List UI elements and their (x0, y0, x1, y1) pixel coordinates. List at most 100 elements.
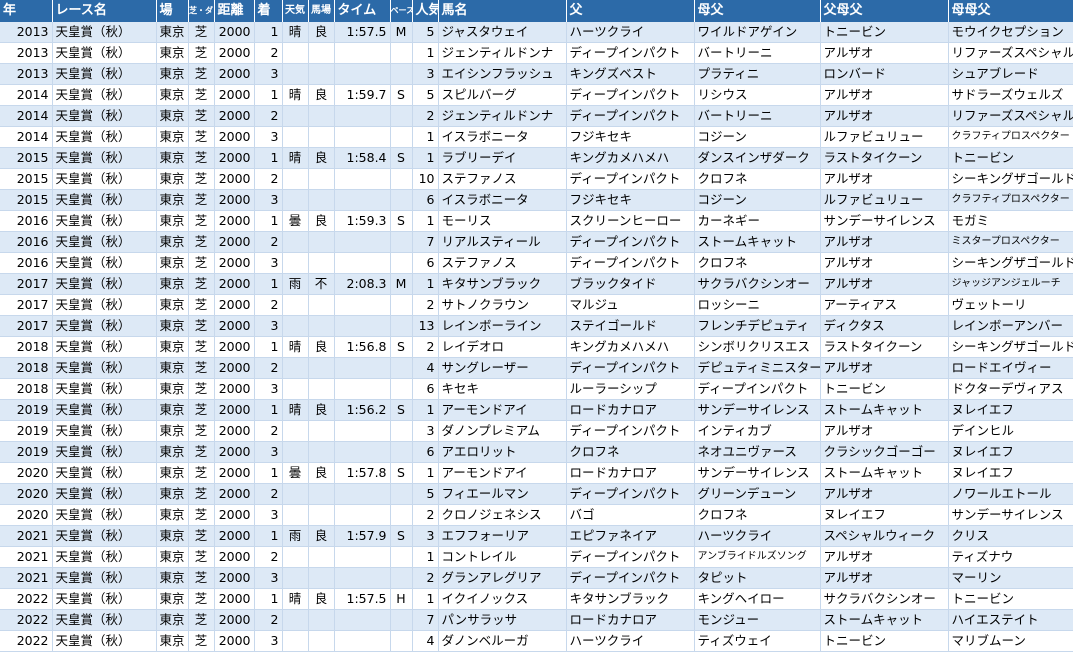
cell-dam-dam-sire[interactable]: モウイクセプション (948, 22, 1073, 43)
cell-year[interactable]: 2013 (0, 42, 53, 64)
cell-distance[interactable]: 2000 (214, 336, 255, 358)
cell-dam-sire[interactable]: コジーン (694, 189, 821, 211)
cell-horse[interactable]: ダノンプレミアム (438, 420, 567, 442)
cell-venue[interactable]: 東京 (156, 315, 189, 337)
cell-surface[interactable]: 芝 (188, 441, 215, 463)
cell-horse[interactable]: ジェンティルドンナ (438, 42, 567, 64)
cell-distance[interactable]: 2000 (214, 588, 255, 610)
cell-sire-dam-sire[interactable]: ルファビュリュー (820, 189, 949, 211)
cell-popularity[interactable]: 1 (412, 42, 439, 64)
cell-distance[interactable]: 2000 (214, 315, 255, 337)
cell-distance[interactable]: 2000 (214, 483, 255, 505)
cell-surface[interactable]: 芝 (188, 420, 215, 442)
cell-track[interactable]: 良 (308, 210, 335, 232)
cell-sire-dam-sire[interactable]: トニービン (820, 630, 949, 652)
cell-weather[interactable] (282, 546, 309, 568)
cell-race-name[interactable]: 天皇賞（秋） (52, 126, 157, 148)
cell-sire[interactable]: ディープインパクト (566, 168, 695, 190)
cell-popularity[interactable]: 5 (412, 84, 439, 106)
cell-distance[interactable]: 2000 (214, 126, 255, 148)
cell-race-name[interactable]: 天皇賞（秋） (52, 441, 157, 463)
cell-sire-dam-sire[interactable]: ストームキャット (820, 609, 949, 631)
cell-weather[interactable] (282, 420, 309, 442)
cell-year[interactable]: 2014 (0, 84, 53, 106)
cell-popularity[interactable]: 2 (412, 336, 439, 358)
cell-pace[interactable]: S (390, 84, 413, 106)
cell-finish[interactable]: 3 (254, 189, 283, 211)
cell-year[interactable]: 2016 (0, 252, 53, 274)
cell-weather[interactable] (282, 609, 309, 631)
cell-time[interactable] (334, 420, 391, 442)
col-header-distance[interactable]: 距離 (214, 0, 255, 22)
cell-year[interactable]: 2015 (0, 189, 53, 211)
cell-finish[interactable]: 2 (254, 231, 283, 253)
cell-sire-dam-sire[interactable]: アルザオ (820, 231, 949, 253)
cell-year[interactable]: 2016 (0, 210, 53, 232)
cell-year[interactable]: 2018 (0, 378, 53, 400)
cell-weather[interactable] (282, 189, 309, 211)
cell-dam-sire[interactable]: タピット (694, 567, 821, 589)
cell-year[interactable]: 2020 (0, 504, 53, 526)
cell-track[interactable] (308, 378, 335, 400)
cell-popularity[interactable]: 4 (412, 630, 439, 652)
cell-year[interactable]: 2018 (0, 336, 53, 358)
cell-horse[interactable]: アエロリット (438, 441, 567, 463)
cell-dam-sire[interactable]: シンボリクリスエス (694, 336, 821, 358)
cell-sire[interactable]: エピファネイア (566, 525, 695, 547)
cell-finish[interactable]: 2 (254, 357, 283, 379)
cell-track[interactable] (308, 105, 335, 127)
cell-popularity[interactable]: 13 (412, 315, 439, 337)
cell-distance[interactable]: 2000 (214, 42, 255, 64)
cell-dam-sire[interactable]: サンデーサイレンス (694, 462, 821, 484)
cell-race-name[interactable]: 天皇賞（秋） (52, 525, 157, 547)
col-header-sire-dam-sire[interactable]: 父母父 (820, 0, 949, 22)
col-header-dam-dam-sire[interactable]: 母母父 (948, 0, 1073, 22)
cell-venue[interactable]: 東京 (156, 399, 189, 421)
cell-weather[interactable] (282, 504, 309, 526)
cell-track[interactable] (308, 42, 335, 64)
cell-pace[interactable] (390, 42, 413, 64)
cell-race-name[interactable]: 天皇賞（秋） (52, 22, 157, 43)
cell-dam-sire[interactable]: リシウス (694, 84, 821, 106)
cell-weather[interactable] (282, 567, 309, 589)
cell-surface[interactable]: 芝 (188, 609, 215, 631)
cell-sire-dam-sire[interactable]: アルザオ (820, 84, 949, 106)
cell-track[interactable]: 良 (308, 399, 335, 421)
cell-popularity[interactable]: 2 (412, 294, 439, 316)
cell-surface[interactable]: 芝 (188, 630, 215, 652)
cell-pace[interactable] (390, 252, 413, 274)
cell-time[interactable]: 1:57.5 (334, 22, 391, 43)
cell-weather[interactable] (282, 231, 309, 253)
cell-dam-dam-sire[interactable]: マーリン (948, 567, 1073, 589)
cell-dam-dam-sire[interactable]: シーキングザゴールド (948, 336, 1073, 358)
cell-dam-dam-sire[interactable]: ティズナウ (948, 546, 1073, 568)
cell-sire[interactable]: ディープインパクト (566, 42, 695, 64)
cell-sire-dam-sire[interactable]: サクラバクシンオー (820, 588, 949, 610)
cell-dam-sire[interactable]: サクラバクシンオー (694, 273, 821, 295)
cell-finish[interactable]: 2 (254, 42, 283, 64)
cell-popularity[interactable]: 10 (412, 168, 439, 190)
cell-weather[interactable] (282, 357, 309, 379)
cell-sire-dam-sire[interactable]: アルザオ (820, 357, 949, 379)
cell-time[interactable] (334, 231, 391, 253)
cell-finish[interactable]: 3 (254, 441, 283, 463)
cell-track[interactable]: 良 (308, 336, 335, 358)
cell-pace[interactable] (390, 441, 413, 463)
cell-finish[interactable]: 3 (254, 567, 283, 589)
cell-pace[interactable] (390, 168, 413, 190)
cell-year[interactable]: 2015 (0, 147, 53, 169)
cell-popularity[interactable]: 2 (412, 105, 439, 127)
cell-time[interactable] (334, 189, 391, 211)
cell-pace[interactable] (390, 105, 413, 127)
cell-surface[interactable]: 芝 (188, 168, 215, 190)
cell-sire-dam-sire[interactable]: アルザオ (820, 105, 949, 127)
cell-horse[interactable]: エフフォーリア (438, 525, 567, 547)
cell-horse[interactable]: パンサラッサ (438, 609, 567, 631)
cell-popularity[interactable]: 2 (412, 567, 439, 589)
cell-pace[interactable]: M (390, 273, 413, 295)
cell-horse[interactable]: ダノンベルーガ (438, 630, 567, 652)
cell-sire[interactable]: ロードカナロア (566, 399, 695, 421)
cell-time[interactable]: 1:59.3 (334, 210, 391, 232)
cell-venue[interactable]: 東京 (156, 588, 189, 610)
cell-sire-dam-sire[interactable]: ヌレイエフ (820, 504, 949, 526)
